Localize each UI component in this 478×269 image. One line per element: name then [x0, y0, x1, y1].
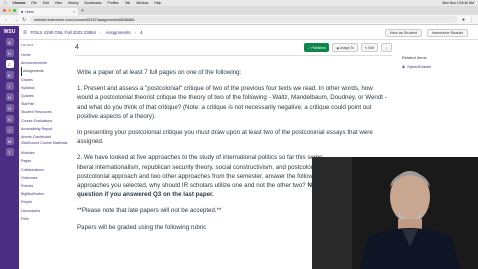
course-nav-modules[interactable]: Modules	[21, 149, 71, 157]
wsu-logo[interactable]: WSU	[4, 29, 16, 35]
new-tab-button[interactable]: +	[81, 8, 84, 14]
speedgrader-link[interactable]: ◈ SpeedGrader	[402, 64, 472, 69]
course-nav-people[interactable]: People	[21, 198, 71, 206]
breadcrumb-separator: ›	[134, 30, 137, 35]
published-button[interactable]: ✓ Published	[303, 43, 330, 52]
question2-line: approaches you selected, why should IR s…	[77, 182, 308, 190]
browser-tab-bar: ■ Home × +	[0, 6, 478, 15]
course-nav-rubrics[interactable]: Rubrics	[21, 182, 71, 190]
course-nav-discussions[interactable]: Discussions	[21, 207, 71, 215]
menu-edit[interactable]: Edit	[43, 1, 49, 5]
course-nav-quizzes[interactable]: Quizzes	[21, 92, 71, 100]
edit-label: Edit	[368, 45, 374, 50]
tools-icon[interactable]: T	[5, 148, 14, 156]
breadcrumb-current: 4	[140, 30, 143, 35]
course-term: Fall 2023	[21, 43, 34, 47]
view-as-student-button[interactable]: View as Student	[384, 28, 422, 37]
related-items-title: Related Items	[402, 55, 427, 60]
immersive-reader-button[interactable]: Immersive Reader	[426, 28, 468, 37]
speaker-video[interactable]	[312, 157, 478, 269]
help-icon[interactable]: ?	[5, 126, 14, 134]
menu-chrome[interactable]: Chrome	[13, 1, 26, 5]
account-icon[interactable]: A	[5, 38, 14, 46]
course-nav-grades[interactable]: Grades	[21, 76, 71, 84]
commons-icon[interactable]: M	[5, 137, 14, 145]
courses-icon[interactable]: C	[5, 60, 14, 68]
course-nav: Fall 2023 Home Announcements Assignments…	[19, 40, 71, 269]
course-nav-course-evaluations[interactable]: Course Evaluations	[21, 117, 71, 125]
speaker-video-image	[312, 157, 478, 269]
dashboard-icon[interactable]: D	[5, 49, 14, 57]
address-text: webster.instructure.com/courses/82187/as…	[34, 17, 135, 22]
tab-close-icon[interactable]: ×	[73, 10, 75, 14]
question2-note: question if you answered Q3 on the last …	[77, 191, 214, 199]
browser-menu-icon[interactable]: ⋮	[469, 17, 474, 23]
breadcrumb: ≡ POLS 4190 ONL Fall 2023 23864 › Assign…	[19, 26, 478, 40]
menu-profiles[interactable]: Profiles	[108, 1, 119, 5]
menu-clock: Mon Nov 13 8:40 AM	[442, 1, 474, 5]
tab-favicon-icon: ■	[21, 9, 24, 14]
course-nav-pages[interactable]: Pages	[21, 157, 71, 165]
course-nav-announcements[interactable]: Announcements	[21, 59, 71, 67]
groups-icon[interactable]: G	[5, 104, 14, 112]
menu-bookmarks[interactable]: Bookmarks	[85, 1, 102, 5]
history-icon[interactable]: H	[5, 93, 14, 101]
maximize-window-icon[interactable]	[13, 9, 16, 12]
description-paragraph: In presenting your postcolonial critique…	[77, 129, 373, 146]
question2-line: 2. We have looked at five approaches to …	[77, 154, 323, 162]
question2-line: liberal internationalism, republican sec…	[77, 163, 321, 171]
course-nav-home[interactable]: Home	[21, 51, 71, 59]
course-nav-syllabus[interactable]: Syllabus	[21, 84, 71, 92]
course-nav-bigbluebutton[interactable]: BigBlueButton	[21, 190, 71, 198]
close-window-icon[interactable]	[3, 9, 6, 12]
course-nav-outcomes[interactable]: Outcomes	[21, 174, 71, 182]
menu-help[interactable]: Help	[154, 1, 161, 5]
address-bar[interactable]: webster.instructure.com/courses/82187/as…	[30, 16, 458, 23]
menu-view[interactable]: View	[55, 1, 62, 5]
inbox-icon[interactable]: I	[5, 82, 14, 90]
published-label: Published	[311, 45, 326, 50]
menu-file[interactable]: File	[31, 1, 36, 5]
course-nav-annoto-dashboard[interactable]: Annoto Dashboard	[21, 133, 71, 141]
course-nav-vitalsource[interactable]: VitalSource Course Materials	[21, 141, 71, 149]
hamburger-menu-icon[interactable]: ≡	[23, 30, 27, 36]
breadcrumb-separator: ›	[100, 30, 102, 35]
description-paragraph: Write a paper of at least 7 full pages o…	[77, 69, 242, 76]
assign-to-label: Assign To	[339, 45, 354, 50]
calendar-icon[interactable]: K	[5, 71, 14, 79]
course-nav-assignments[interactable]: Assignments	[21, 67, 71, 76]
page-title: 4	[75, 44, 79, 51]
profile-icon[interactable]: ●	[462, 17, 465, 23]
minimize-window-icon[interactable]	[8, 9, 11, 12]
course-nav-student-resources[interactable]: Student Resources	[21, 108, 71, 116]
description-paragraph: 1. Present and assess a "postcolonial" c…	[77, 85, 387, 120]
browser-toolbar: ← → ↻ webster.instructure.com/courses/82…	[0, 15, 478, 25]
breadcrumb-assignments[interactable]: Assignments	[105, 30, 130, 35]
assignment-header: 4 ✓ Published ◉ Assign To ✎ Edit ⋮	[75, 43, 392, 56]
breadcrumb-course[interactable]: POLS 4190 ONL Fall 2023 23864	[31, 30, 97, 35]
course-nav-collaborations[interactable]: Collaborations	[21, 166, 71, 174]
studio-icon[interactable]: S	[5, 115, 14, 123]
edit-button[interactable]: ✎ Edit	[360, 43, 378, 52]
more-options-button[interactable]: ⋮	[380, 43, 392, 52]
menu-window[interactable]: Window	[136, 1, 148, 5]
forward-icon[interactable]: →	[13, 17, 18, 23]
speedgrader-label: SpeedGrader	[407, 64, 432, 69]
global-nav: WSU A D C K I H G S ? M T	[0, 26, 19, 269]
reload-icon[interactable]: ↻	[22, 17, 26, 23]
window-controls	[3, 9, 16, 12]
apple-icon[interactable]: 	[4, 1, 7, 5]
speedgrader-icon: ◈	[402, 64, 406, 69]
menu-tab[interactable]: Tab	[125, 1, 130, 5]
course-nav-files[interactable]: Files	[21, 215, 71, 223]
tab-title: Home	[25, 9, 35, 14]
question2-line: postcolonial approach and two other appr…	[77, 172, 322, 180]
back-icon[interactable]: ←	[4, 17, 9, 23]
related-items: Related Items ◈ SpeedGrader	[402, 55, 472, 69]
browser-tab[interactable]: ■ Home ×	[18, 8, 78, 15]
assign-to-button[interactable]: ◉ Assign To	[332, 43, 358, 52]
course-nav-starfish[interactable]: StarFish	[21, 100, 71, 108]
menu-history[interactable]: History	[68, 1, 79, 5]
course-nav-accessibility-report[interactable]: Accessibility Report	[21, 125, 71, 133]
